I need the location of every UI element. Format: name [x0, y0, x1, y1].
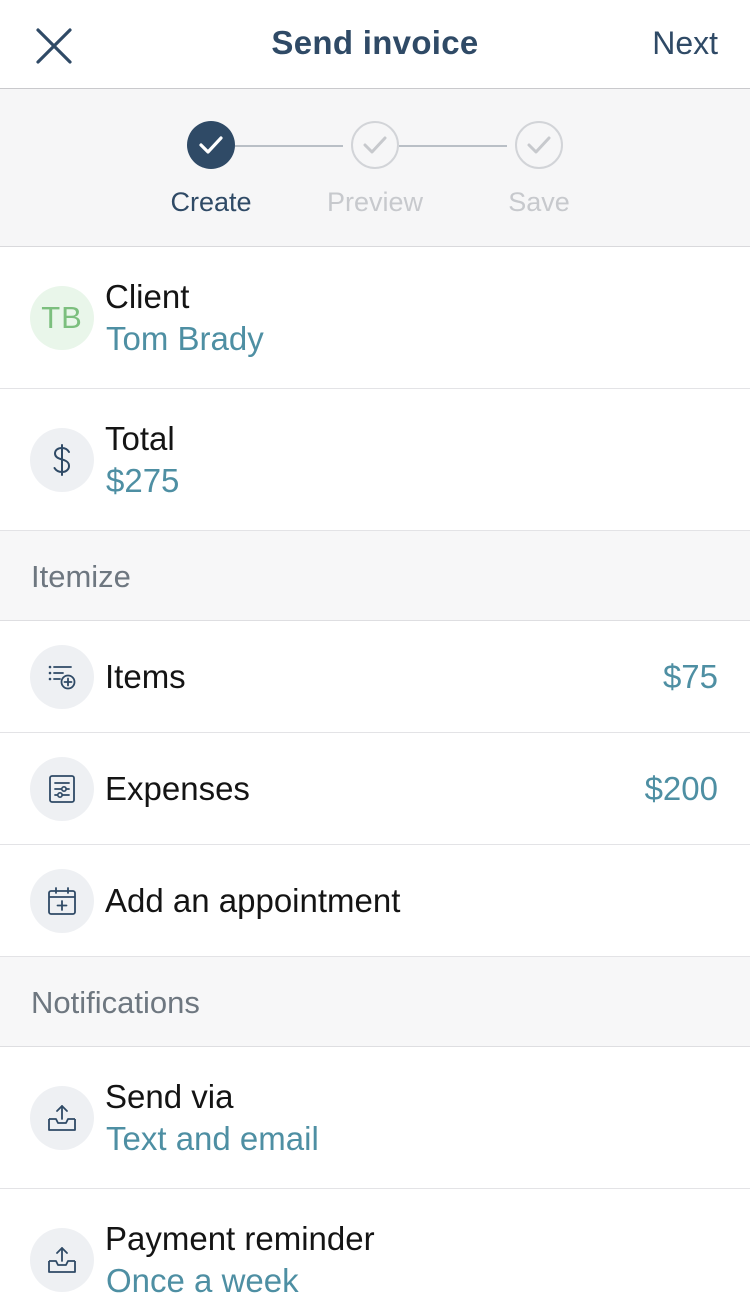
step-create-indicator[interactable]	[187, 121, 235, 169]
payment-reminder-label: Payment reminder	[105, 1220, 375, 1257]
send-via-row[interactable]: Send via Text and email	[0, 1047, 750, 1189]
send-tray-icon	[30, 1086, 94, 1150]
payment-reminder-value: Once a week	[106, 1262, 299, 1294]
client-label: Client	[105, 278, 190, 315]
check-icon	[199, 136, 223, 154]
send-via-label: Send via	[105, 1078, 234, 1115]
step-connector	[235, 145, 343, 147]
client-avatar: TB	[30, 286, 94, 350]
itemize-section-header: Itemize	[0, 531, 750, 621]
check-icon	[363, 136, 387, 154]
step-label-save: Save	[508, 187, 570, 217]
nav-bar: Send invoice Next	[0, 0, 750, 89]
check-icon	[527, 136, 551, 154]
send-tray-icon	[30, 1228, 94, 1292]
add-appointment-row[interactable]: Add an appointment	[0, 845, 750, 957]
notifications-section-title: Notifications	[31, 985, 200, 1020]
items-row[interactable]: Items $75	[0, 621, 750, 733]
dollar-icon	[30, 428, 94, 492]
step-save-indicator[interactable]	[515, 121, 563, 169]
total-row[interactable]: Total $275	[0, 389, 750, 531]
send-via-value: Text and email	[106, 1120, 319, 1157]
calendar-add-icon	[30, 869, 94, 933]
step-label-preview: Preview	[326, 187, 424, 217]
expenses-row[interactable]: Expenses $200	[0, 733, 750, 845]
total-value: $275	[106, 462, 180, 499]
total-label: Total	[105, 420, 175, 457]
list-add-icon	[30, 645, 94, 709]
step-connector	[399, 145, 507, 147]
expenses-label: Expenses	[105, 770, 250, 807]
payment-reminder-row[interactable]: Payment reminder Once a week	[0, 1189, 750, 1294]
client-value: Tom Brady	[106, 320, 264, 357]
items-amount: $75	[662, 658, 718, 695]
receipt-icon	[30, 757, 94, 821]
step-preview-indicator[interactable]	[351, 121, 399, 169]
itemize-section-title: Itemize	[31, 559, 131, 594]
page-title: Send invoice	[271, 24, 479, 61]
items-label: Items	[105, 658, 186, 695]
expenses-amount: $200	[644, 770, 718, 807]
add-appointment-label: Add an appointment	[105, 882, 401, 919]
client-row[interactable]: TB Client Tom Brady	[0, 247, 750, 389]
step-label-create: Create	[170, 187, 252, 217]
notifications-section-header: Notifications	[0, 957, 750, 1047]
progress-stepper: Create Preview Save	[0, 89, 750, 247]
next-button[interactable]: Next	[652, 25, 718, 62]
